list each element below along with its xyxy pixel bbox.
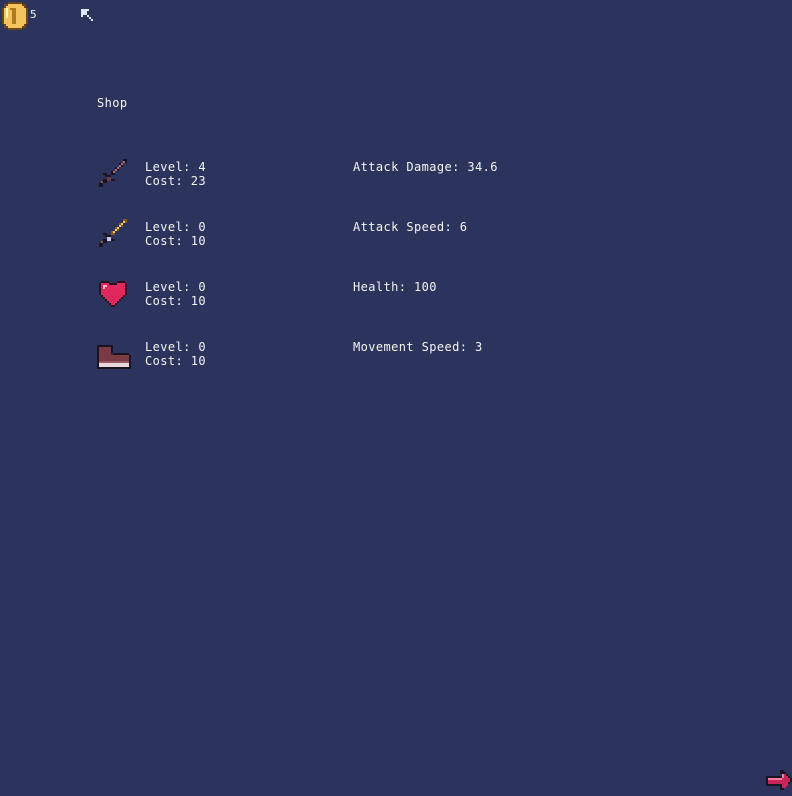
item-cost: Cost: 10 bbox=[145, 354, 206, 368]
item-level: Level: 0 bbox=[145, 340, 206, 354]
item-level: Level: 0 bbox=[145, 220, 206, 234]
item-stat: Health: 100 bbox=[353, 280, 437, 294]
next-arrow-icon bbox=[766, 770, 792, 794]
heart-icon bbox=[97, 277, 129, 309]
cursor-arrow-icon bbox=[81, 9, 95, 23]
boot-icon bbox=[97, 337, 131, 371]
shop-item-attack-damage[interactable]: Level: 4 Cost: 23 Attack Damage: 34.6 bbox=[97, 157, 517, 193]
coin-count: 5 bbox=[30, 8, 38, 21]
golden-sword-icon bbox=[97, 217, 129, 249]
shop-item-attack-speed[interactable]: Level: 0 Cost: 10 Attack Speed: 6 bbox=[97, 217, 517, 253]
item-level: Level: 0 bbox=[145, 280, 206, 294]
dark-sword-icon bbox=[97, 157, 129, 189]
coin-counter: 5 bbox=[0, 0, 40, 30]
item-stat: Movement Speed: 3 bbox=[353, 340, 483, 354]
next-arrow-button[interactable] bbox=[766, 770, 792, 794]
item-cost: Cost: 10 bbox=[145, 294, 206, 308]
coin-icon bbox=[2, 2, 28, 30]
shop-item-movement-speed[interactable]: Level: 0 Cost: 10 Movement Speed: 3 bbox=[97, 337, 517, 373]
item-stat: Attack Damage: 34.6 bbox=[353, 160, 498, 174]
item-cost: Cost: 10 bbox=[145, 234, 206, 248]
shop-item-health[interactable]: Level: 0 Cost: 10 Health: 100 bbox=[97, 277, 517, 313]
item-cost: Cost: 23 bbox=[145, 174, 206, 188]
shop-title: Shop bbox=[97, 96, 128, 110]
item-stat: Attack Speed: 6 bbox=[353, 220, 468, 234]
item-level: Level: 4 bbox=[145, 160, 206, 174]
